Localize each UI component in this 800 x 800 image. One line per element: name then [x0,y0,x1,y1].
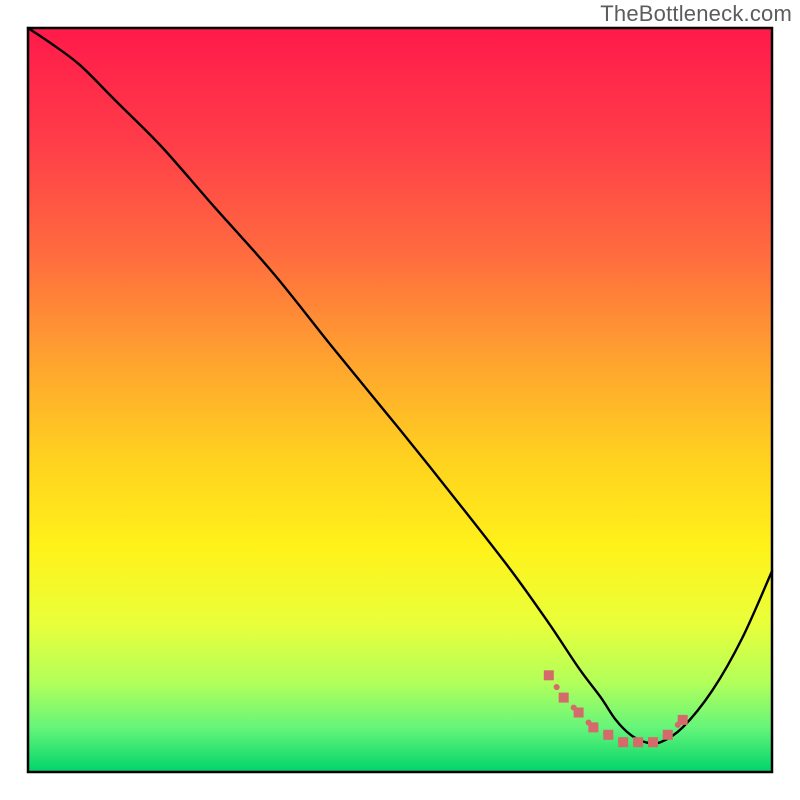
optimal-dot [618,737,628,747]
optimal-dot [648,737,658,747]
optimal-dot [574,708,584,718]
optimal-dot [678,715,688,725]
watermark-text: TheBottleneck.com [600,1,792,27]
plot-background [28,28,772,772]
optimal-dot [663,730,673,740]
chart-canvas [0,0,800,800]
optimal-dot [559,693,569,703]
chart-stage: TheBottleneck.com [0,0,800,800]
optimal-dot [633,737,643,747]
optimal-dot [603,730,613,740]
optimal-dot [588,722,598,732]
optimal-dot [544,670,554,680]
